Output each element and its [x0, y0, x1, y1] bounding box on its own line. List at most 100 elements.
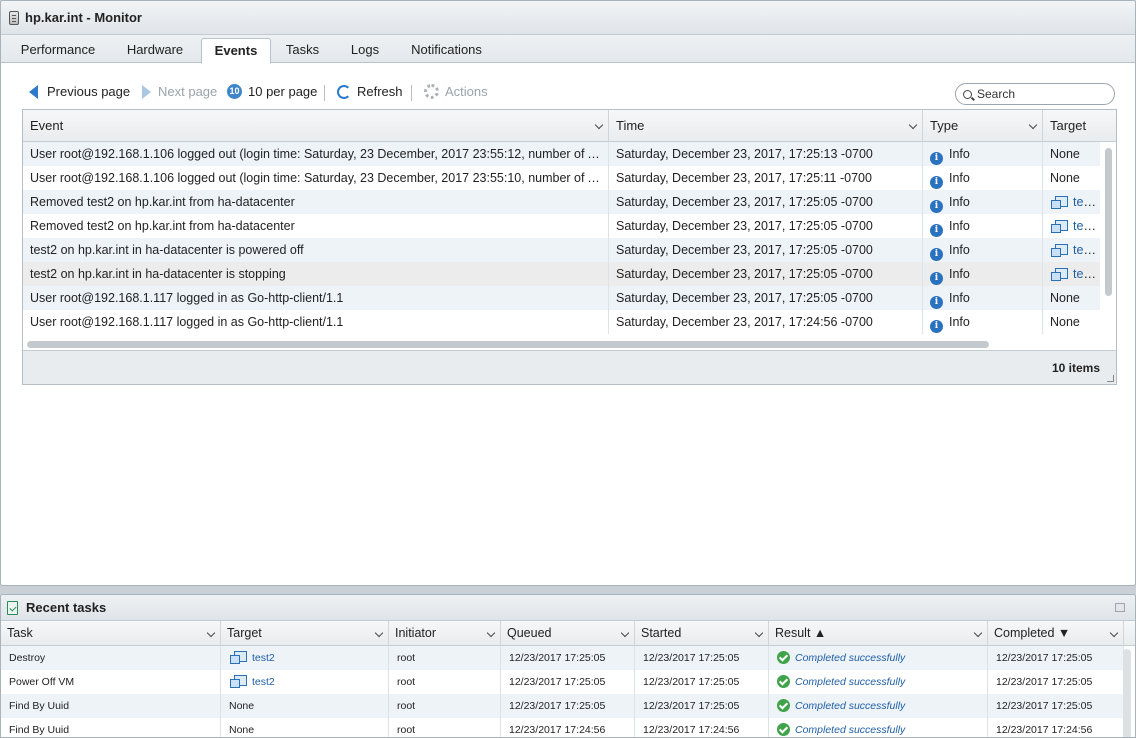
chevron-down-icon[interactable] [754, 628, 764, 638]
chevron-down-icon[interactable] [374, 628, 384, 638]
task-row[interactable]: Find By Uuid None root 12/23/2017 17:24:56 1… [1, 718, 1124, 737]
task-target-link[interactable]: test2 [252, 652, 275, 664]
actions-button[interactable]: Actions [424, 84, 488, 99]
previous-page-button[interactable]: Previous page [29, 84, 130, 99]
task-result: Completed successfully [769, 670, 988, 694]
chevron-down-icon[interactable] [206, 628, 216, 638]
tab-performance[interactable]: Performance [7, 38, 109, 63]
task-initiator: root [389, 670, 501, 694]
task-result: Completed successfully [769, 646, 988, 670]
chevron-down-icon[interactable] [973, 628, 983, 638]
event-type-label: Info [949, 267, 970, 281]
vm-icon [230, 651, 247, 664]
task-row[interactable]: Find By Uuid None root 12/23/2017 17:25:05 1… [1, 694, 1124, 718]
event-target[interactable]: test2 [1043, 190, 1100, 214]
next-page-button[interactable]: Next page [142, 84, 217, 99]
chevron-down-icon[interactable] [1028, 120, 1038, 130]
event-row[interactable]: User root@192.168.1.117 logged in as Go-… [23, 310, 1100, 334]
minimize-icon[interactable] [1115, 603, 1125, 612]
chevron-down-icon[interactable] [486, 628, 496, 638]
column-header-target[interactable]: Target [1043, 110, 1118, 141]
event-target: None [1050, 147, 1080, 161]
event-type: i Info [923, 238, 1043, 262]
search-input[interactable] [977, 87, 1107, 101]
event-row[interactable]: Removed test2 on hp.kar.int from ha-data… [23, 190, 1100, 214]
event-target-link[interactable]: test2 [1073, 243, 1100, 257]
event-time: Saturday, December 23, 2017, 17:25:05 -0… [609, 262, 923, 286]
vm-icon [1051, 196, 1068, 209]
event-description: test2 on hp.kar.int in ha-datacenter is … [23, 262, 609, 286]
column-header-type[interactable]: Type [923, 110, 1043, 141]
resize-grip-icon[interactable] [1107, 375, 1114, 382]
column-header-event[interactable]: Event [23, 110, 609, 141]
event-type: i Info [923, 142, 1043, 166]
recent-tasks-titlebar: Recent tasks [1, 595, 1135, 621]
task-target[interactable]: test2 [221, 670, 389, 694]
task-completed: 12/23/2017 17:25:05 [988, 694, 1124, 718]
column-header-initiator[interactable]: Initiator [389, 621, 501, 645]
event-time: Saturday, December 23, 2017, 17:24:56 -0… [609, 310, 923, 334]
column-header-label: Completed ▼ [994, 626, 1071, 640]
event-target-link[interactable]: test2 [1073, 267, 1100, 281]
event-target-link[interactable]: test2 [1073, 195, 1100, 209]
column-header-queued[interactable]: Queued [501, 621, 635, 645]
column-header-task[interactable]: Task [1, 621, 221, 645]
event-row[interactable]: User root@192.168.1.117 logged in as Go-… [23, 286, 1100, 310]
event-target[interactable]: test2 [1043, 214, 1100, 238]
gear-icon [424, 84, 439, 99]
event-row[interactable]: User root@192.168.1.106 logged out (logi… [23, 142, 1100, 166]
event-time: Saturday, December 23, 2017, 17:25:05 -0… [609, 286, 923, 310]
task-row[interactable]: Power Off VM test2 root 12/23/2017 17:25:05… [1, 670, 1124, 694]
task-result-label: Completed successfully [795, 700, 906, 712]
refresh-button[interactable]: Refresh [337, 84, 403, 99]
chevron-down-icon[interactable] [620, 628, 630, 638]
monitor-panel: hp.kar.int - Monitor Performance Hardwar… [0, 0, 1136, 586]
event-description: User root@192.168.1.106 logged out (logi… [23, 166, 609, 190]
event-type-label: Info [949, 171, 970, 185]
previous-page-icon [29, 84, 38, 99]
task-queued: 12/23/2017 17:25:05 [501, 694, 635, 718]
vm-icon [1051, 268, 1068, 281]
chevron-down-icon[interactable] [1109, 628, 1119, 638]
column-header-target[interactable]: Target [221, 621, 389, 645]
event-row[interactable]: test2 on hp.kar.int in ha-datacenter is … [23, 238, 1100, 262]
tab-notifications[interactable]: Notifications [399, 38, 494, 63]
chevron-down-icon[interactable] [908, 120, 918, 130]
actions-label: Actions [445, 84, 488, 99]
chevron-down-icon[interactable] [594, 120, 604, 130]
tab-hardware[interactable]: Hardware [113, 38, 197, 63]
column-header-completed[interactable]: Completed ▼ [988, 621, 1124, 645]
column-header-result[interactable]: Result ▲ [769, 621, 988, 645]
search-icon [963, 89, 972, 99]
events-horizontal-scrollbar[interactable] [27, 341, 989, 348]
event-row[interactable]: User root@192.168.1.106 logged out (logi… [23, 166, 1100, 190]
column-header-label: Target [227, 626, 262, 640]
tab-logs[interactable]: Logs [337, 38, 393, 63]
task-target-link[interactable]: test2 [252, 676, 275, 688]
event-time: Saturday, December 23, 2017, 17:25:05 -0… [609, 190, 923, 214]
task-target[interactable]: test2 [221, 646, 389, 670]
info-icon: i [930, 248, 943, 261]
task-row[interactable]: Destroy test2 root 12/23/2017 17:25:05 12/23… [1, 646, 1124, 670]
tab-tasks[interactable]: Tasks [275, 38, 330, 63]
column-header-time[interactable]: Time [609, 110, 923, 141]
event-type: i Info [923, 190, 1043, 214]
column-header-label: Result ▲ [775, 626, 827, 640]
per-page-selector[interactable]: 10 10 per page [227, 84, 317, 99]
tab-events[interactable]: Events [201, 38, 271, 64]
events-vertical-scrollbar[interactable] [1105, 148, 1112, 296]
event-row[interactable]: Removed test2 on hp.kar.int from ha-data… [23, 214, 1100, 238]
event-target-link[interactable]: test2 [1073, 219, 1100, 233]
recent-tasks-scrollbar[interactable] [1123, 649, 1131, 737]
event-target[interactable]: test2 [1043, 238, 1100, 262]
task-started: 12/23/2017 17:24:56 [635, 718, 769, 737]
refresh-label: Refresh [357, 84, 403, 99]
event-target[interactable]: test2 [1043, 262, 1100, 286]
toolbar-divider [324, 85, 325, 101]
search-box[interactable] [955, 83, 1115, 105]
task-task: Find By Uuid [1, 718, 221, 737]
column-header-started[interactable]: Started [635, 621, 769, 645]
task-initiator: root [389, 694, 501, 718]
toolbar-divider [411, 85, 412, 101]
event-row[interactable]: test2 on hp.kar.int in ha-datacenter is … [23, 262, 1100, 286]
